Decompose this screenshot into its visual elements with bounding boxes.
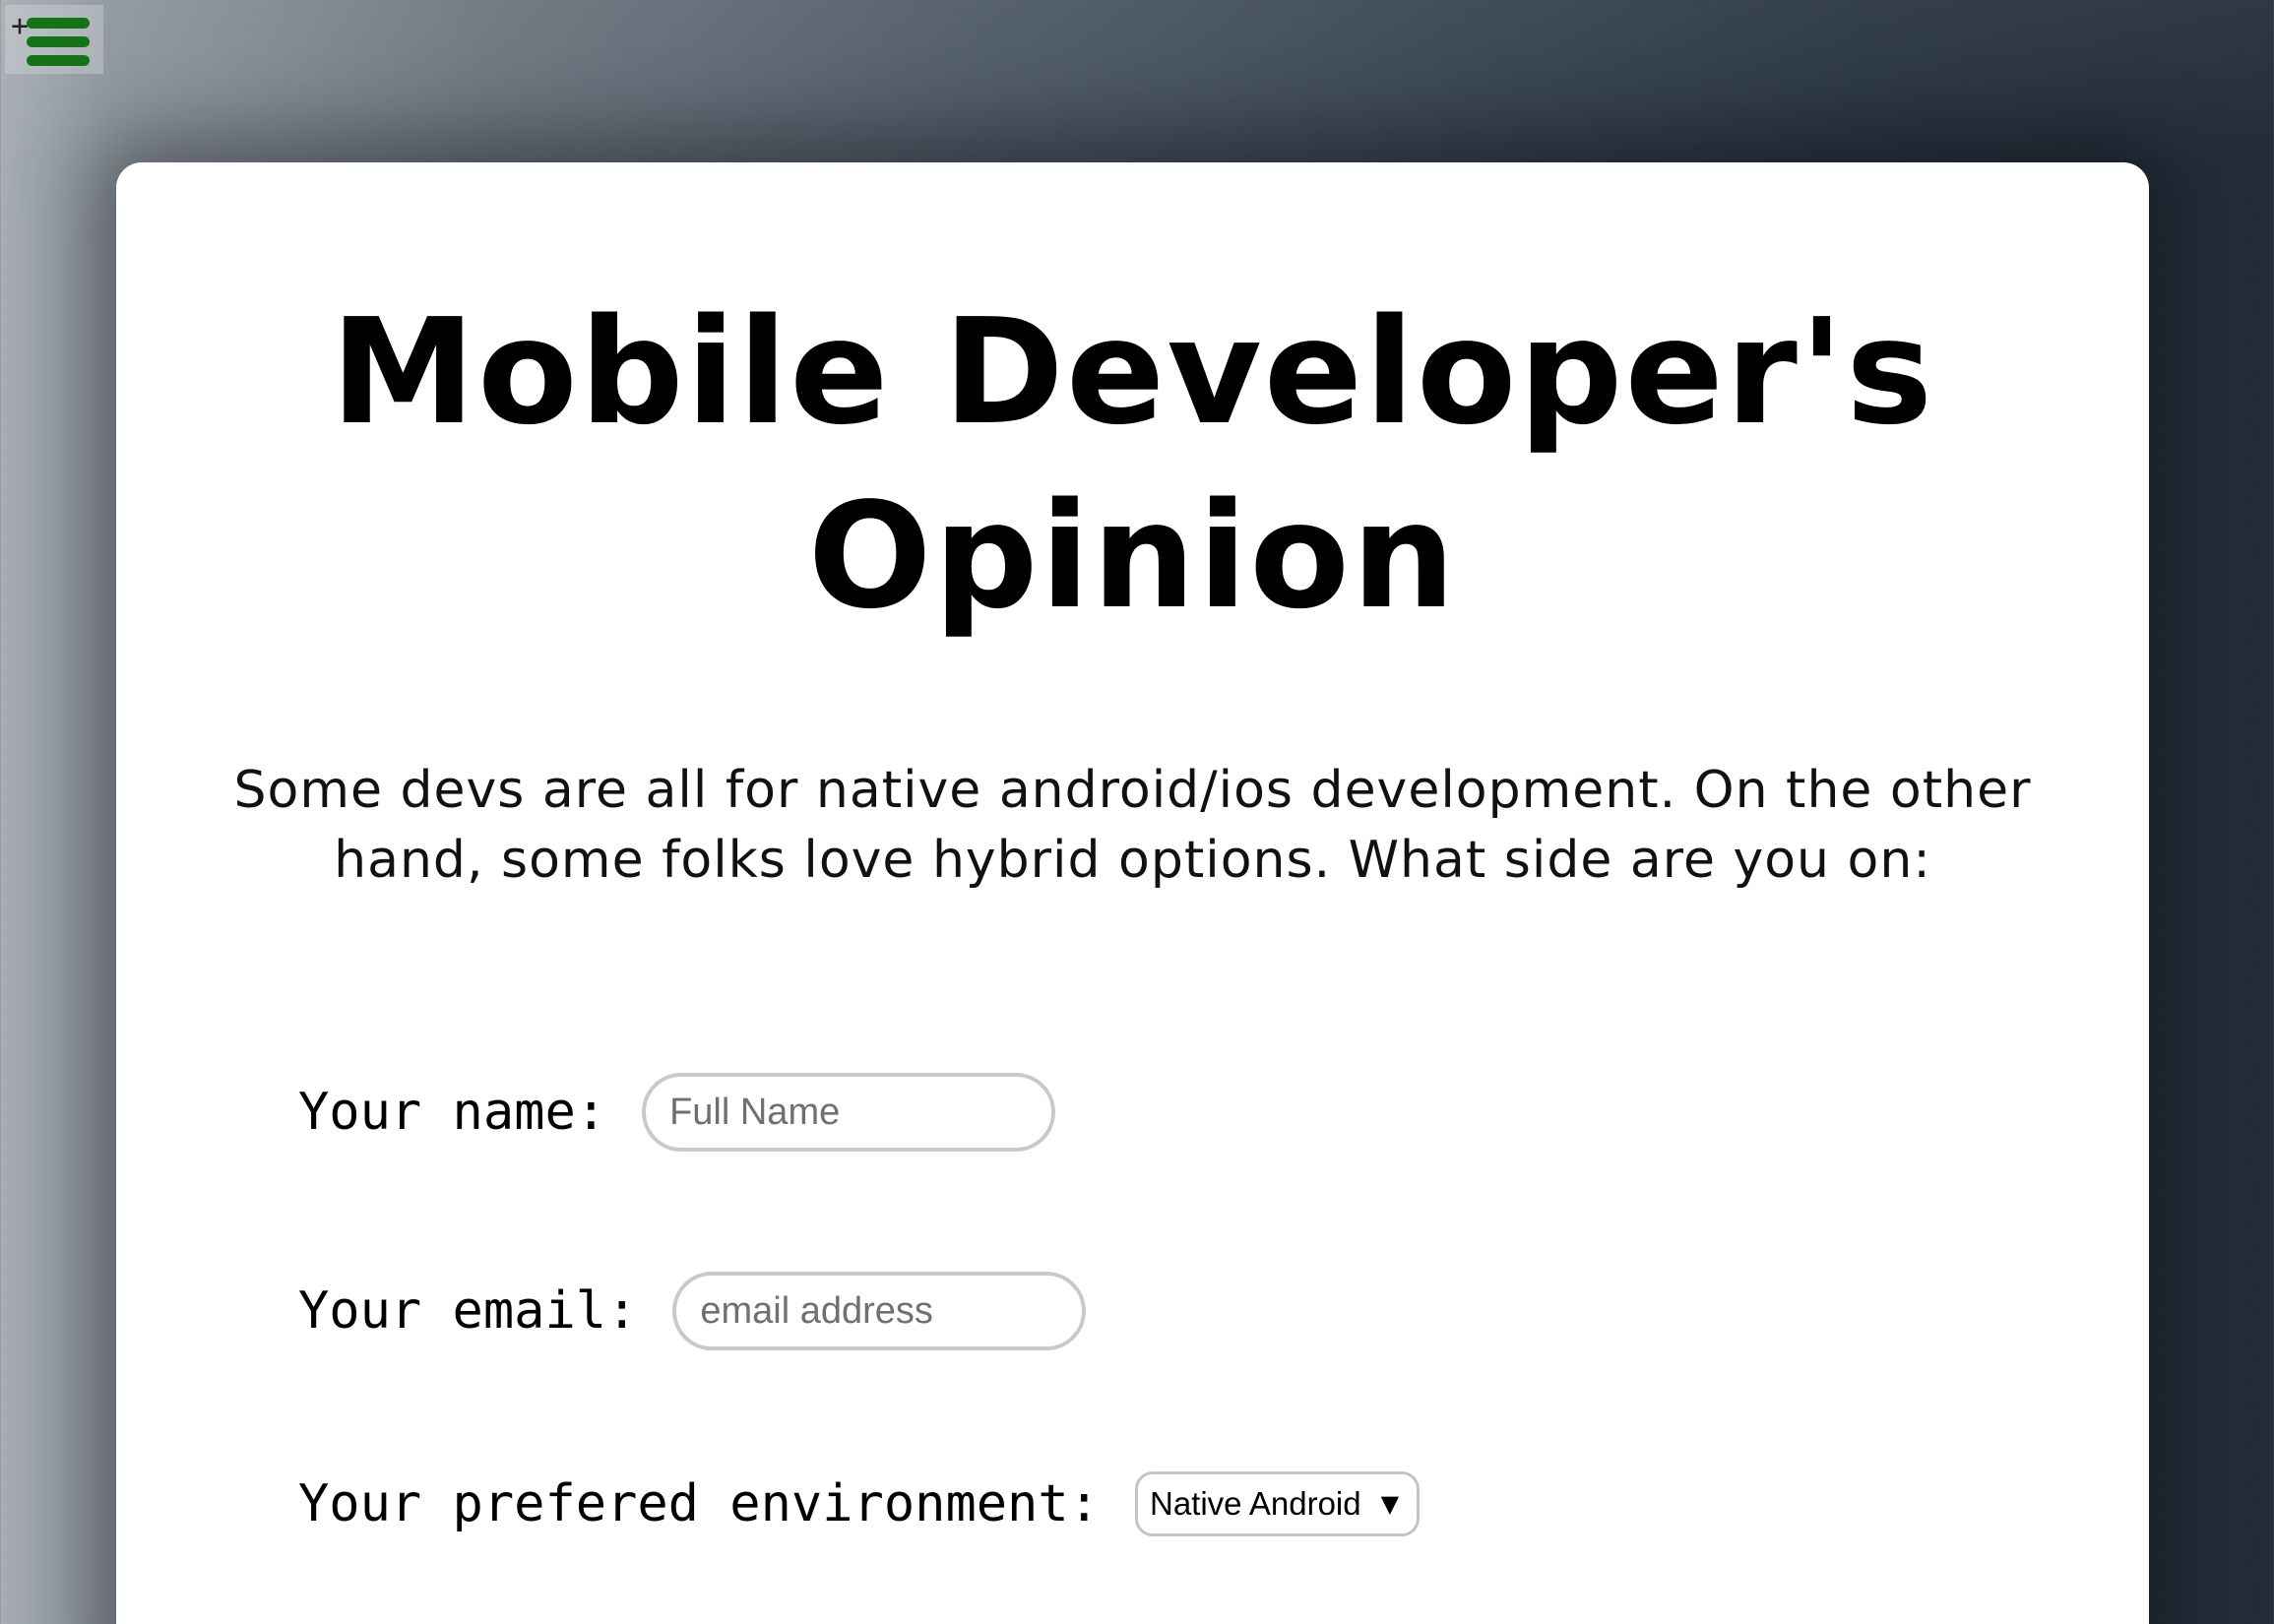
environment-label: Your prefered environment: (298, 1474, 1100, 1533)
environment-select[interactable]: Native Android ▼ (1134, 1471, 1421, 1536)
hamburger-bar (27, 55, 90, 66)
name-label: Your name: (298, 1083, 607, 1142)
environment-row: Your prefered environment: Native Androi… (298, 1471, 1421, 1536)
name-input[interactable] (642, 1073, 1056, 1152)
dropdown-arrow-icon: ▼ (1380, 1490, 1400, 1518)
name-row: Your name: (298, 1073, 1056, 1152)
email-input[interactable] (672, 1272, 1087, 1350)
intro-text: Some devs are all for native android/ios… (233, 761, 2032, 890)
survey-card: Mobile Developer's Opinion Some devs are… (116, 162, 2149, 1624)
page-title: Mobile Developer's Opinion (330, 287, 1935, 641)
hamburger-bar (27, 36, 90, 47)
hamburger-menu-icon (27, 18, 90, 29)
background-shade (0, 0, 2274, 167)
menu-toggle-button[interactable]: + (5, 5, 103, 74)
environment-selected-value: Native Android (1149, 1485, 1361, 1522)
email-row: Your email: (298, 1272, 1087, 1350)
email-label: Your email: (298, 1281, 638, 1341)
